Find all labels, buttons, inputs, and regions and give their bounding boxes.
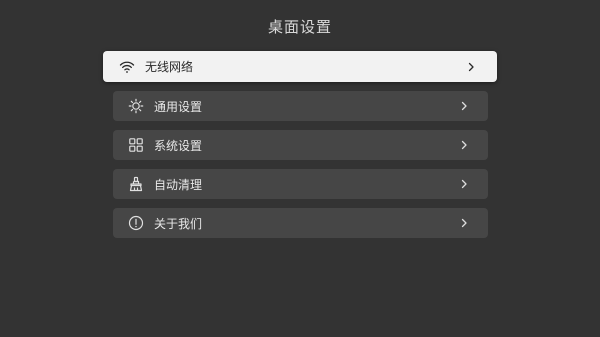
menu-item-auto-clean[interactable]: 自动清理 — [113, 169, 488, 199]
info-icon — [128, 215, 144, 231]
menu-item-label: 通用设置 — [154, 99, 203, 114]
menu-item-label: 无线网络 — [145, 60, 194, 74]
menu-item-general-settings[interactable]: 通用设置 — [113, 91, 488, 121]
menu-item-about-us[interactable]: 关于我们 — [113, 208, 488, 238]
desktop-settings-screen: 桌面设置 无线网络 通用设置 系统设置 自动清理 关于我们 — [0, 0, 600, 337]
grid-icon — [128, 137, 144, 153]
sun-icon — [128, 98, 144, 114]
page-title: 桌面设置 — [267, 18, 332, 36]
broom-icon — [128, 176, 144, 192]
menu-item-label: 关于我们 — [154, 216, 203, 231]
menu-item-label: 系统设置 — [154, 138, 203, 153]
chevron-right-icon — [465, 61, 477, 73]
menu-item-system-settings[interactable]: 系统设置 — [113, 130, 488, 160]
menu-item-wireless-network[interactable]: 无线网络 — [103, 51, 497, 82]
chevron-right-icon — [458, 139, 470, 151]
chevron-right-icon — [458, 217, 470, 229]
menu-item-label: 自动清理 — [154, 177, 203, 192]
chevron-right-icon — [458, 178, 470, 190]
wifi-icon — [119, 59, 135, 75]
chevron-right-icon — [458, 100, 470, 112]
